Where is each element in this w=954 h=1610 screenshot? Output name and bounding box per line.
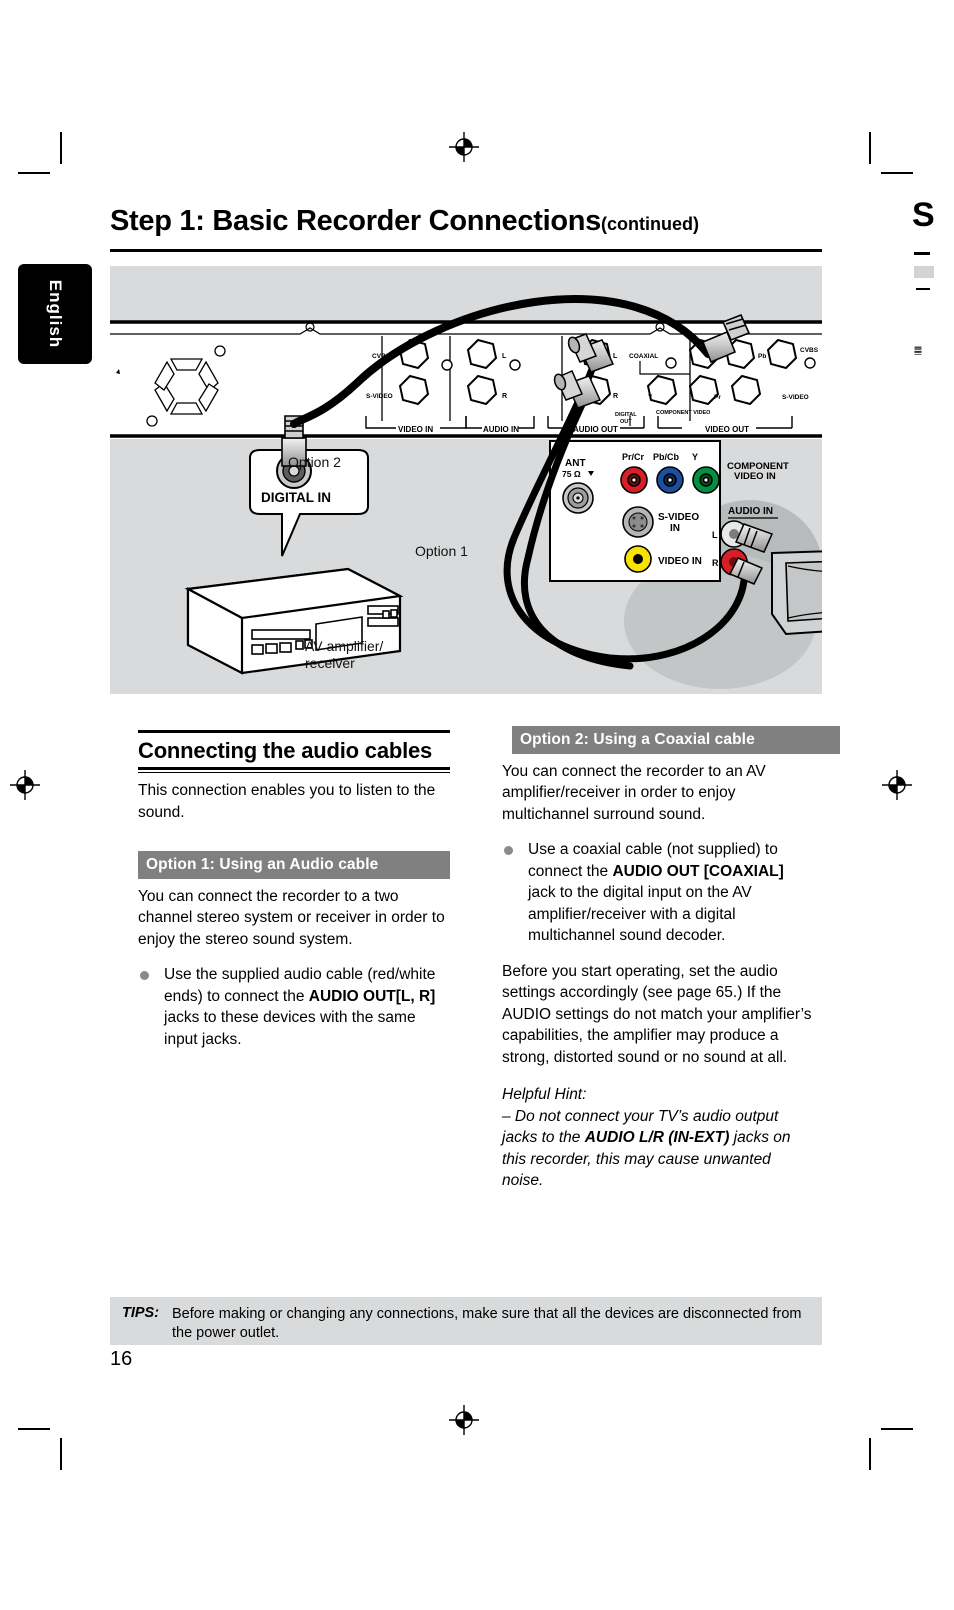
crop-mark-top-right-h — [881, 172, 913, 174]
tips-text: Before making or changing any connection… — [172, 1306, 802, 1341]
next-page-bleed: S |||| ||| | — [912, 196, 954, 426]
heading-rule-top — [138, 730, 450, 733]
option1-bar: Option 1: Using an Audio cable — [138, 851, 450, 879]
language-tab-label: English — [46, 279, 65, 349]
section-heading: Connecting the audio cables — [138, 738, 433, 763]
page-title: Step 1: Basic Recorder Connections(conti… — [110, 205, 822, 238]
diagram-label-option2: Option 2 — [288, 454, 341, 470]
diagram-label-av-amplifier-line2: receiver — [305, 655, 355, 671]
svg-text:L: L — [502, 353, 507, 360]
option1-bullet-post: jacks to these devices with the same inp… — [164, 1009, 416, 1048]
bleed-letter: S — [912, 196, 935, 234]
svg-text:AUDIO OUT: AUDIO OUT — [573, 425, 618, 434]
option2-bullet-post: jack to the digital input on the AV ampl… — [528, 884, 752, 944]
intro-paragraph: This connection enables you to listen to… — [138, 782, 436, 821]
right-text-column: Option 2: Using a Coaxial cable You can … — [502, 726, 840, 1192]
crop-mark-bottom-right-h — [881, 1428, 913, 1430]
diagram-label-av-amplifier-line1: AV amplifier/ — [305, 638, 384, 654]
option1-bullet-bold: AUDIO OUT[L, R] — [308, 987, 436, 1005]
option1-bullet: Use the supplied audio cable (red/white … — [138, 964, 450, 1050]
svg-text:Pb: Pb — [758, 353, 766, 360]
svg-text:R: R — [712, 558, 719, 568]
svg-text:L: L — [712, 530, 718, 540]
bleed-microtext: |||| ||| | — [914, 346, 921, 355]
registration-mark-top — [449, 132, 479, 162]
helpful-hint-block: Helpful Hint: – Do not connect your TV’s… — [502, 1084, 814, 1192]
option1-paragraph: You can connect the recorder to a two ch… — [138, 887, 445, 948]
crop-mark-top-right-v — [869, 132, 871, 164]
bullet-dot-icon — [504, 846, 513, 855]
option2-bar: Option 2: Using a Coaxial cable — [512, 726, 840, 754]
bleed-gray-block — [914, 266, 934, 278]
registration-mark-right — [882, 770, 912, 800]
svg-text:VIDEO IN: VIDEO IN — [398, 425, 433, 434]
page-number: 16 — [110, 1348, 133, 1370]
tips-bar: TIPS: Before making or changing any conn… — [110, 1297, 822, 1345]
svg-text:R: R — [613, 393, 618, 400]
svg-text:VIDEO OUT: VIDEO OUT — [705, 425, 749, 434]
svg-text:DIGITAL: DIGITAL — [615, 412, 637, 418]
option2-paragraph: You can connect the recorder to an AV am… — [502, 762, 766, 823]
diagram-label-option1: Option 1 — [415, 543, 468, 559]
heading-rule-bottom — [138, 766, 450, 770]
svg-text:S-VIDEO: S-VIDEO — [658, 512, 699, 523]
svg-text:COMPONENT VIDEO: COMPONENT VIDEO — [656, 410, 711, 416]
svg-text:L: L — [613, 353, 618, 360]
title-divider — [110, 249, 822, 252]
svg-text:Pr/Cr: Pr/Cr — [622, 452, 645, 462]
page-title-main: Step 1: Basic Recorder Connections — [110, 205, 601, 237]
svg-text:Y: Y — [648, 394, 653, 401]
option2-bullet: Use a coaxial cable (not supplied) to co… — [502, 839, 814, 947]
page-canvas: English Step 1: Basic Recorder Connectio… — [0, 0, 954, 1610]
svg-text:S-VIDEO: S-VIDEO — [782, 394, 809, 401]
connection-diagram: CVBS S-VIDEO L R VIDEO IN AUDIO IN COAXI… — [110, 266, 822, 694]
svg-text:R: R — [502, 393, 507, 400]
helpful-hint-body: – Do not connect your TV’s audio output … — [502, 1106, 814, 1192]
bullet-dot-icon — [140, 971, 149, 980]
svg-text:IN: IN — [670, 523, 680, 534]
option2-bullet-bold: AUDIO OUT [COAXIAL] — [612, 862, 784, 880]
svg-text:75 Ω: 75 Ω — [562, 469, 581, 479]
helpful-hint-bold: AUDIO L/R (IN-EXT) — [584, 1129, 730, 1146]
bleed-rule-1 — [914, 252, 930, 255]
crop-mark-top-left-v — [60, 132, 62, 164]
svg-text:VIDEO IN: VIDEO IN — [658, 556, 702, 567]
page-title-continued: (continued) — [601, 214, 699, 234]
heading-rule-bottom-thin — [138, 771, 450, 773]
svg-text:AUDIO IN: AUDIO IN — [483, 425, 519, 434]
helpful-hint-title: Helpful Hint: — [502, 1086, 587, 1103]
registration-mark-bottom — [449, 1405, 479, 1435]
bleed-rule-2 — [916, 288, 930, 290]
svg-text:ANT: ANT — [565, 458, 586, 469]
svg-text:DIGITAL IN: DIGITAL IN — [261, 490, 331, 505]
tips-label: TIPS: — [122, 1305, 160, 1321]
registration-mark-left — [10, 770, 40, 800]
crop-mark-top-left-h — [18, 172, 50, 174]
crop-mark-bottom-left-v — [60, 1438, 62, 1470]
language-tab: English — [18, 264, 92, 364]
svg-text:AUDIO IN: AUDIO IN — [728, 506, 773, 517]
left-text-column: Connecting the audio cables This connect… — [138, 730, 450, 1050]
svg-text:Pb/Cb: Pb/Cb — [653, 452, 680, 462]
svg-text:Y: Y — [692, 452, 698, 462]
svg-text:VIDEO IN: VIDEO IN — [734, 471, 776, 482]
svg-text:CVBS: CVBS — [800, 347, 819, 354]
svg-text:S-VIDEO: S-VIDEO — [366, 393, 393, 400]
svg-text:Pr: Pr — [714, 394, 721, 401]
crop-mark-bottom-right-v — [869, 1438, 871, 1470]
option2-note: Before you start operating, set the audi… — [502, 962, 812, 1066]
diagram-artwork: CVBS S-VIDEO L R VIDEO IN AUDIO IN COAXI… — [110, 295, 822, 689]
svg-text:COAXIAL: COAXIAL — [629, 353, 658, 360]
crop-mark-bottom-left-h — [18, 1428, 50, 1430]
